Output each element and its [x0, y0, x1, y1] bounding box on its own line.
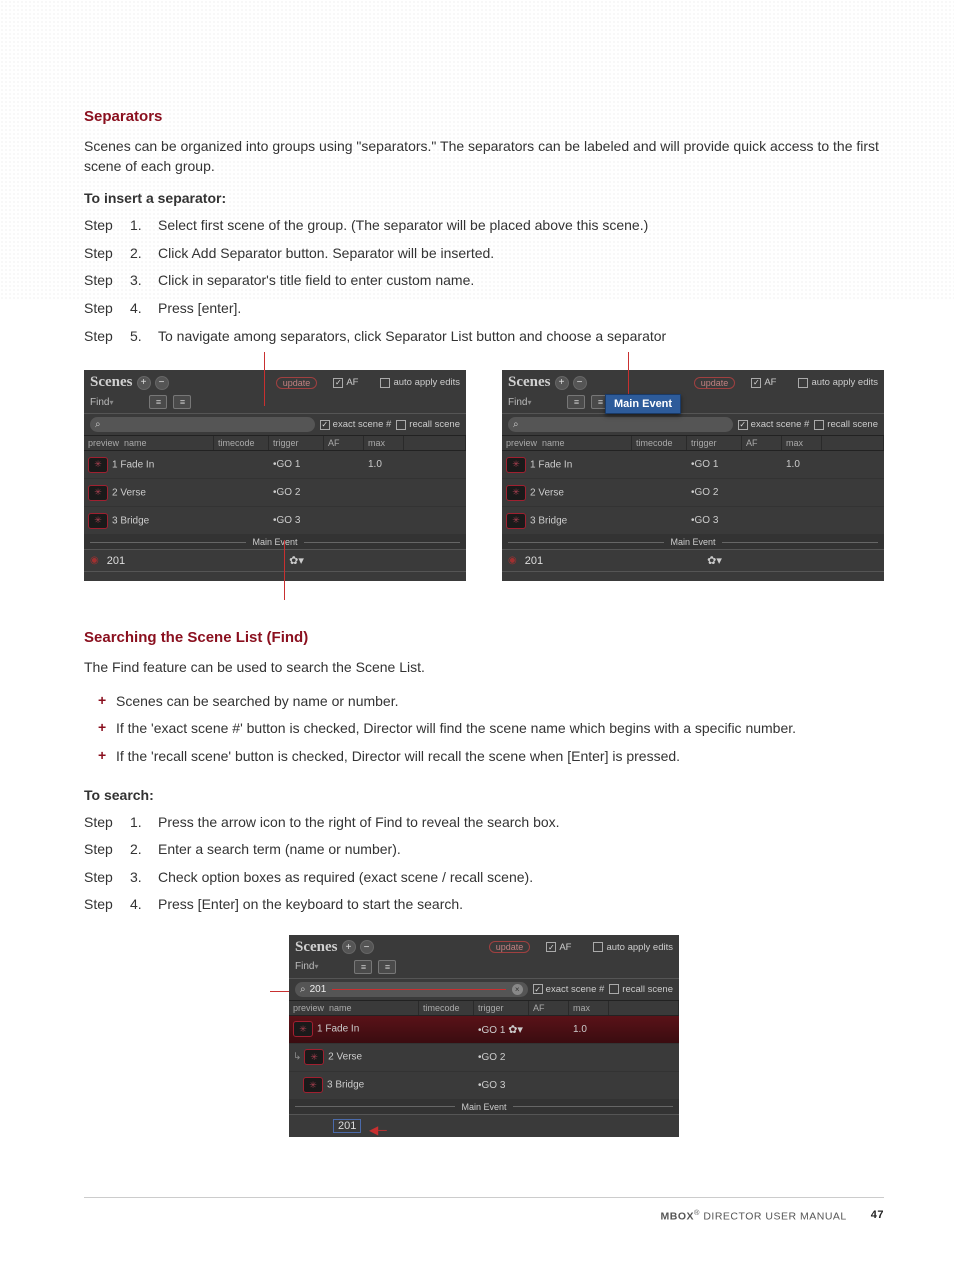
gear-icon[interactable]: ✿▾ — [508, 1024, 523, 1036]
update-button[interactable]: update — [694, 377, 736, 389]
table-row[interactable]: ↳ ✳2 Verse •GO 2 — [289, 1044, 679, 1072]
step-text: Select first scene of the group. (The se… — [158, 216, 884, 236]
recall-scene-checkbox[interactable] — [396, 420, 406, 430]
search-icon: ⌕ — [513, 419, 519, 430]
add-separator-button[interactable]: ≡ — [354, 960, 372, 974]
remove-scene-button[interactable]: − — [573, 376, 587, 390]
separator-row[interactable]: Main Event — [289, 1100, 679, 1114]
table-row[interactable]: ✳1 Fade In •GO 1 ✿▾ 1.0 — [289, 1016, 679, 1044]
update-button[interactable]: update — [489, 941, 531, 953]
find-label[interactable]: Find▾ — [90, 397, 113, 408]
searching-heading: Searching the Scene List (Find) — [84, 629, 884, 646]
search-icon: ⌕ — [95, 419, 101, 430]
table-row[interactable]: ✳3 Bridge •GO 3 — [289, 1072, 679, 1100]
recall-scene-checkbox[interactable] — [609, 984, 619, 994]
footer-number: 201 — [107, 555, 125, 567]
remove-scene-button[interactable]: − — [155, 376, 169, 390]
preview-thumb-icon: ✳ — [88, 457, 108, 473]
step-label: Step — [84, 216, 130, 236]
scenes-panel-right: Scenes + − update AF auto apply edits Fi… — [502, 370, 884, 581]
search-input[interactable]: ⌕ — [90, 417, 315, 432]
gear-icon[interactable]: ✿▾ — [289, 554, 304, 567]
scenes-panel-search: Scenes + − update AF auto apply edits Fi… — [289, 935, 679, 1137]
column-headers: preview name timecode trigger AF max — [84, 436, 466, 451]
arrow-left-icon: ◀─ — [369, 1123, 387, 1137]
table-row[interactable]: ✳3 Bridge•GO 3 — [502, 507, 884, 535]
add-scene-button[interactable]: + — [342, 940, 356, 954]
nav-indent-icon: ↳ — [293, 1052, 301, 1063]
page-number: 47 — [871, 1209, 884, 1221]
separator-list-button[interactable]: ≡ — [378, 960, 396, 974]
footer-number: 201 — [333, 1119, 361, 1133]
record-icon[interactable]: ◉ — [90, 555, 99, 566]
gear-icon[interactable]: ✿▾ — [707, 554, 722, 567]
search-input[interactable]: ⌕ 201 × — [295, 982, 528, 997]
to-search-label: To search: — [84, 787, 884, 803]
table-row[interactable]: ✳2 Verse•GO 2 — [84, 479, 466, 507]
to-insert-label: To insert a separator: — [84, 190, 884, 206]
add-scene-button[interactable]: + — [137, 376, 151, 390]
search-icon: ⌕ — [300, 984, 306, 995]
scenes-panel-left: Scenes + − update AF auto apply edits Fi… — [84, 370, 466, 581]
exact-scene-checkbox[interactable] — [533, 984, 543, 994]
record-icon[interactable]: ◉ — [508, 555, 517, 566]
search-steps: Step1.Press the arrow icon to the right … — [84, 813, 884, 915]
table-row[interactable]: ✳3 Bridge•GO 3 — [84, 507, 466, 535]
search-input[interactable]: ⌕ — [508, 417, 733, 432]
add-scene-button[interactable]: + — [555, 376, 569, 390]
separator-row[interactable]: Main Event — [502, 535, 884, 549]
remove-scene-button[interactable]: − — [360, 940, 374, 954]
exact-scene-checkbox[interactable] — [320, 420, 330, 430]
clear-search-icon[interactable]: × — [512, 984, 523, 995]
table-row[interactable]: ✳1 Fade In•GO 11.0 — [84, 451, 466, 479]
panel-title: Scenes — [90, 374, 133, 391]
separator-row[interactable]: Main Event — [84, 535, 466, 549]
auto-apply-checkbox[interactable] — [380, 378, 390, 388]
af-checkbox[interactable] — [333, 378, 343, 388]
page-footer: MBOX® DIRECTOR USER MANUAL 47 — [84, 1197, 884, 1223]
separators-intro: Scenes can be organized into groups usin… — [84, 137, 884, 176]
add-separator-button[interactable]: ≡ — [567, 395, 585, 409]
insert-steps: Step1.Select first scene of the group. (… — [84, 216, 884, 346]
table-row[interactable]: ✳1 Fade In•GO 11.0 — [502, 451, 884, 479]
bullet-icon: + — [98, 692, 116, 712]
table-row[interactable]: ✳2 Verse•GO 2 — [502, 479, 884, 507]
add-separator-button[interactable]: ≡ — [149, 395, 167, 409]
separator-list-button[interactable]: ≡ — [173, 395, 191, 409]
separator-dropdown-item[interactable]: Main Event — [605, 394, 681, 414]
separators-heading: Separators — [84, 108, 884, 125]
searching-bullets: +Scenes can be searched by name or numbe… — [84, 692, 884, 767]
search-value: 201 — [310, 984, 327, 995]
update-button[interactable]: update — [276, 377, 318, 389]
searching-intro: The Find feature can be used to search t… — [84, 658, 884, 678]
